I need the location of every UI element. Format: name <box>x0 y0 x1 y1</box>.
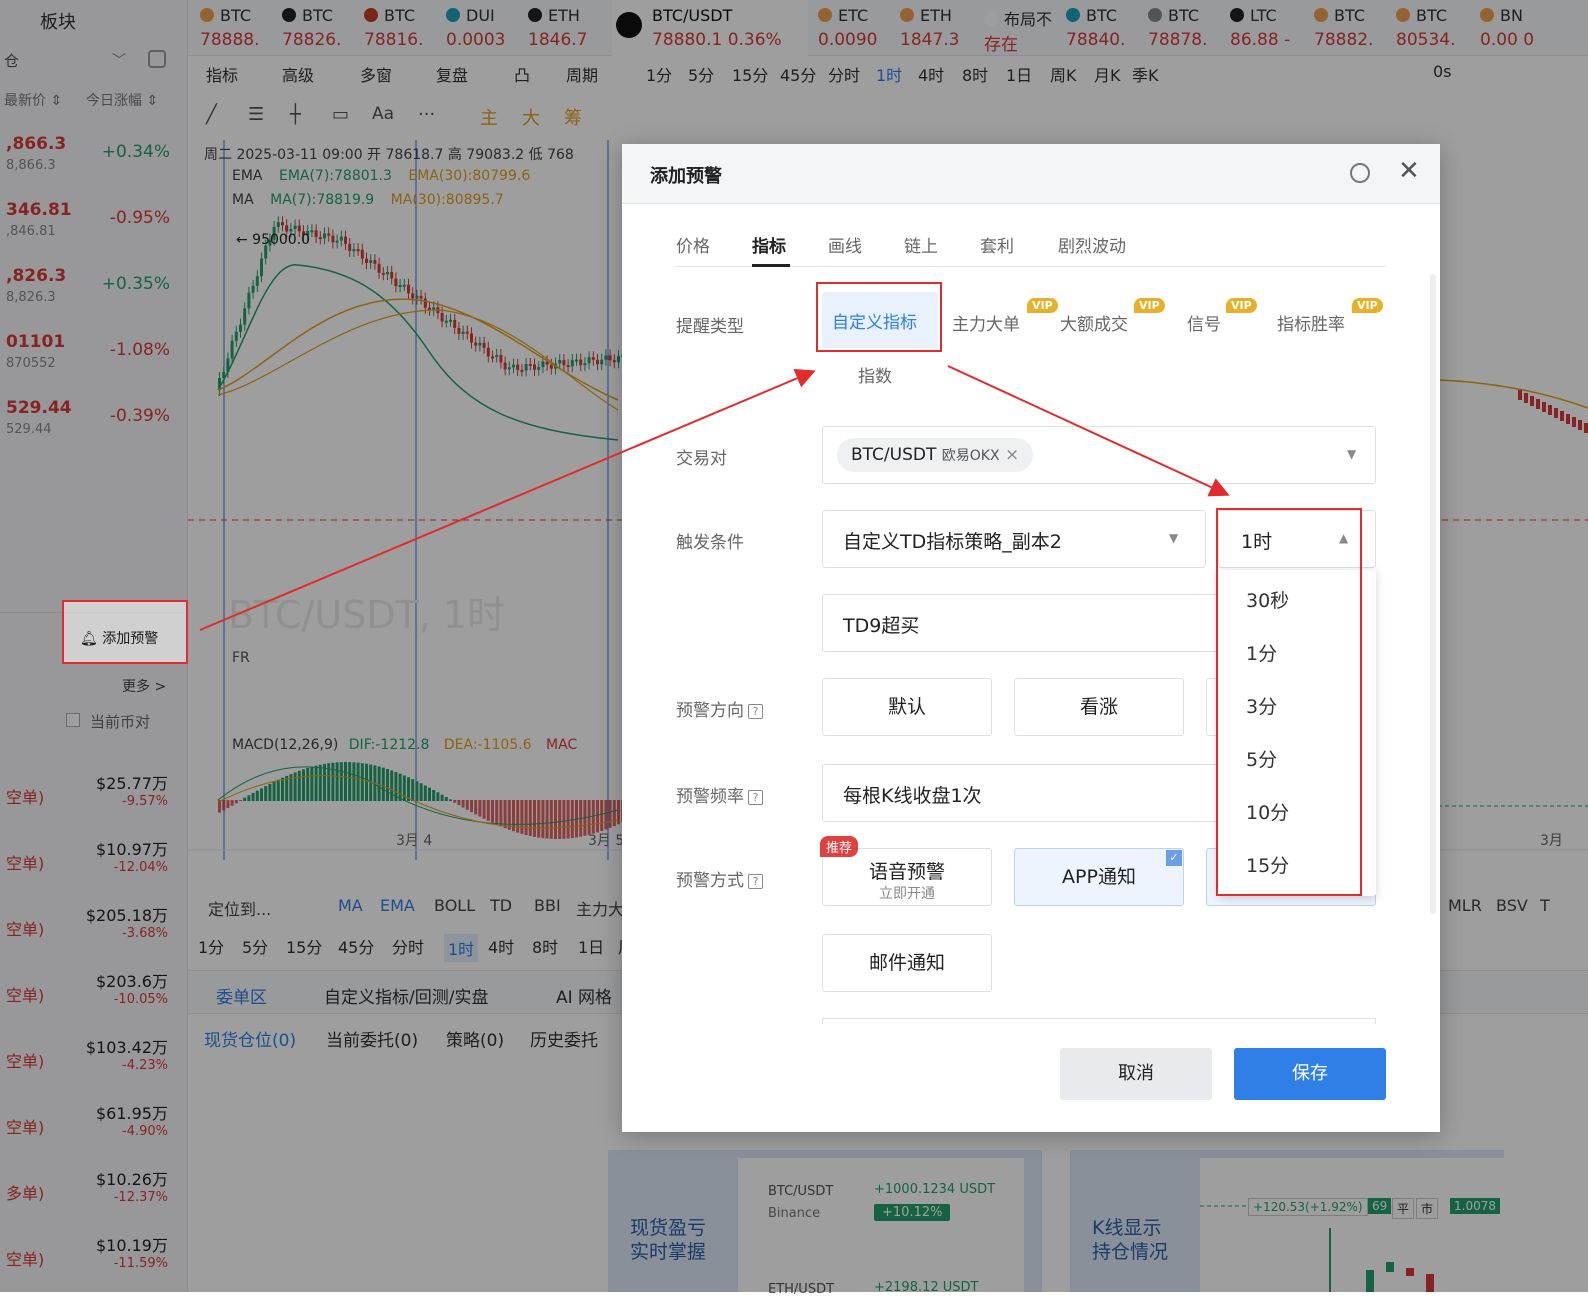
help-icon[interactable]: ? <box>748 790 763 805</box>
cancel-button[interactable]: 取消 <box>1060 1048 1212 1100</box>
alert-type-label: 提醒类型 <box>676 317 744 337</box>
trigger-select[interactable]: 自定义TD指标策略_副本2 ▼ <box>822 510 1206 568</box>
recommend-badge: 推荐 <box>820 836 859 857</box>
dialog-tab[interactable]: 套利 <box>980 232 1014 257</box>
bell-icon: 🔔︎ <box>80 631 98 647</box>
alert-type-large-trade[interactable]: 大额成交 <box>1060 310 1128 335</box>
alert-type-index[interactable]: 指数 <box>858 362 892 387</box>
method-label: 预警方式? <box>676 866 763 891</box>
annotation-box-period <box>1216 508 1362 896</box>
save-button[interactable]: 保存 <box>1234 1048 1386 1100</box>
chip-remove-icon[interactable]: × <box>1005 445 1019 465</box>
dialog-scrollbar[interactable] <box>1430 274 1436 914</box>
direction-default[interactable]: 默认 <box>822 678 992 736</box>
direction-label: 预警方向? <box>676 696 763 721</box>
dialog-header: 添加预警 ✕ <box>622 144 1440 204</box>
pair-select[interactable]: BTC/USDT 欧易OKX × ▼ <box>822 426 1376 484</box>
direction-bullish[interactable]: 看涨 <box>1014 678 1184 736</box>
dialog-footer: 取消 保存 <box>622 1024 1440 1132</box>
dialog-tab[interactable]: 指标 <box>752 232 786 257</box>
vip-badge: VIP <box>1226 298 1257 313</box>
alert-type-win-rate[interactable]: 指标胜率 <box>1277 310 1345 335</box>
close-icon[interactable]: ✕ <box>1398 156 1420 186</box>
alert-type-signal[interactable]: 信号 <box>1187 310 1221 335</box>
annotation-box-custom-indicator <box>816 282 942 352</box>
vip-badge: VIP <box>1352 298 1383 313</box>
freq-label: 预警频率? <box>676 782 763 807</box>
settings-icon[interactable] <box>1350 163 1370 183</box>
dialog-tab[interactable]: 画线 <box>828 232 862 257</box>
pair-chip: BTC/USDT 欧易OKX × <box>837 438 1034 472</box>
active-tab-indicator <box>752 264 790 267</box>
alert-type-main-order[interactable]: 主力大单 <box>952 310 1020 335</box>
dialog-tab[interactable]: 剧烈波动 <box>1058 232 1126 257</box>
caret-down-icon: ▼ <box>1347 447 1357 461</box>
dialog-title: 添加预警 <box>650 166 722 187</box>
add-alert-dialog: 添加预警 ✕ 提醒类型 自定义指标 主力大单 VIP 大额成交 VIP 信号 V… <box>622 144 1440 1132</box>
method-app[interactable]: APP通知 <box>1014 848 1184 906</box>
vip-badge: VIP <box>1134 298 1165 313</box>
check-icon: ✓ <box>1166 850 1182 866</box>
method-email[interactable]: 邮件通知 <box>822 934 992 992</box>
help-icon[interactable]: ? <box>748 874 763 889</box>
vip-badge: VIP <box>1027 298 1058 313</box>
dialog-tab[interactable]: 链上 <box>904 232 938 257</box>
caret-down-icon: ▼ <box>1169 531 1179 545</box>
dialog-tab[interactable]: 价格 <box>676 232 710 257</box>
add-alert-highlight[interactable]: 🔔︎ 添加预警 <box>80 628 158 648</box>
help-icon[interactable]: ? <box>748 704 763 719</box>
pair-label: 交易对 <box>676 449 727 469</box>
trigger-label: 触发条件 <box>676 533 744 553</box>
